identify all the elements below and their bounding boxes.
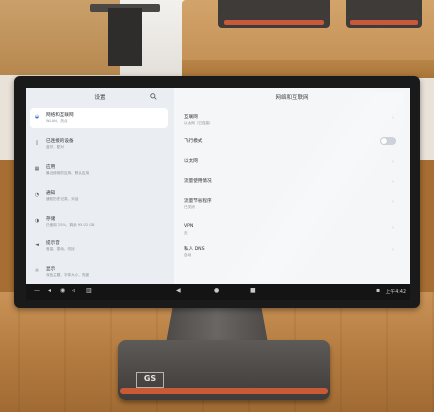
background-device <box>346 0 422 28</box>
row-title: 飞行模式 <box>184 139 203 144</box>
nav-item-storage[interactable]: ◑ 存储 已使用 25%，剩余 95.02 GB <box>30 212 168 232</box>
nav-item-subtitle: 音量、振动、勿扰 <box>46 247 75 251</box>
nav-item-subtitle: WLAN、热点 <box>46 119 68 123</box>
nav-item-title: 通知 <box>46 191 56 196</box>
nav-item-title: 已连接的设备 <box>46 139 74 144</box>
nav-item-notifications[interactable]: ◔ 通知 通知历史记录、对话 <box>30 186 168 206</box>
nav-item-subtitle: 深色主题、字体大小、亮度 <box>46 273 90 277</box>
display-icon: ☼ <box>34 268 40 274</box>
storage-icon: ◑ <box>34 218 40 224</box>
row-internet[interactable]: 互联网 以太网（已连接） › <box>184 112 398 128</box>
system-navigation-bar: — ◂ ◉ ◃ ▥ ◀ ● ■ ▪ 上午4:42 <box>26 284 410 300</box>
row-title: 互联网 <box>184 115 198 120</box>
bell-icon: ◔ <box>34 192 40 198</box>
nav-item-title: 提示音 <box>46 241 60 246</box>
chevron-right-icon: › <box>392 159 394 165</box>
background-device <box>218 0 330 28</box>
chevron-right-icon: › <box>392 179 394 185</box>
nav-item-subtitle: 最近使用的应用、默认应用 <box>46 171 90 175</box>
screen: 设置 ◒ 网络和互联网 WLAN、热点 ▯ 已连接的设备 蓝牙、配对 ▦ 应用 … <box>26 88 410 284</box>
row-subtitle: 自动 <box>184 253 192 257</box>
home-icon[interactable]: ● <box>214 287 219 294</box>
chevron-right-icon: › <box>392 225 394 231</box>
row-data-saver[interactable]: 流量节省程序 已关闭 › <box>184 196 398 212</box>
row-data-usage[interactable]: 流量使用情况 › <box>184 176 398 192</box>
row-airplane-mode[interactable]: 飞行模式 <box>184 136 398 152</box>
chevron-right-icon: › <box>392 115 394 121</box>
row-title: 流量使用情况 <box>184 179 212 184</box>
status-icon: ▪ <box>376 287 381 294</box>
chevron-right-icon: › <box>392 247 394 253</box>
row-title: 流量节省程序 <box>184 199 212 204</box>
nav-item-apps[interactable]: ▦ 应用 最近使用的应用、默认应用 <box>30 160 168 180</box>
clock: 上午4:42 <box>385 290 406 295</box>
airplane-mode-toggle[interactable] <box>380 137 396 145</box>
nav-item-display[interactable]: ☼ 显示 深色主题、字体大小、亮度 <box>30 262 168 282</box>
apps-icon: ▦ <box>34 166 40 172</box>
nav-item-title: 网络和互联网 <box>46 113 74 118</box>
devices-icon: ▯ <box>35 140 39 146</box>
nav-item-devices[interactable]: ▯ 已连接的设备 蓝牙、配对 <box>30 134 168 154</box>
dash-icon[interactable]: — <box>34 287 40 294</box>
volume-down-icon[interactable]: ◂ <box>48 287 51 294</box>
sound-icon: ◄ <box>35 242 39 248</box>
row-title: VPN <box>184 224 194 229</box>
background-stand <box>108 8 142 66</box>
row-title: 私人 DNS <box>184 247 205 252</box>
page-title: 网络和互联网 <box>275 95 309 101</box>
search-icon[interactable] <box>150 93 157 100</box>
nav-item-subtitle: 蓝牙、配对 <box>46 145 64 149</box>
row-subtitle: 无 <box>184 231 188 235</box>
row-subtitle: 已关闭 <box>184 205 195 209</box>
nav-item-title: 显示 <box>46 267 56 272</box>
volume-up-icon[interactable]: ◃ <box>72 287 75 294</box>
nav-item-sound[interactable]: ◄ 提示音 音量、振动、勿扰 <box>30 236 168 256</box>
nav-item-subtitle: 已使用 25%，剩余 95.02 GB <box>46 223 95 227</box>
chevron-right-icon: › <box>392 199 394 205</box>
nav-item-title: 存储 <box>46 217 56 222</box>
row-private-dns[interactable]: 私人 DNS 自动 › <box>184 244 398 260</box>
stand-logo: GS <box>136 372 164 388</box>
screenshot-icon[interactable]: ◉ <box>60 287 65 294</box>
row-vpn[interactable]: VPN 无 › <box>184 222 398 238</box>
brand-mark <box>20 79 60 87</box>
row-subtitle: 以太网（已连接） <box>184 121 213 125</box>
wifi-icon: ◒ <box>34 114 40 120</box>
recents-icon[interactable]: ■ <box>250 287 256 294</box>
nav-item-subtitle: 通知历史记录、对话 <box>46 197 79 201</box>
row-title: 以太网 <box>184 159 198 164</box>
stand-accent-strip <box>120 388 328 394</box>
nav-item-network[interactable]: ◒ 网络和互联网 WLAN、热点 <box>30 108 168 128</box>
back-icon[interactable]: ◀ <box>176 287 181 294</box>
keyboard-icon[interactable]: ▥ <box>86 287 92 294</box>
nav-item-title: 应用 <box>46 165 56 170</box>
row-ethernet[interactable]: 以太网 › <box>184 156 398 172</box>
